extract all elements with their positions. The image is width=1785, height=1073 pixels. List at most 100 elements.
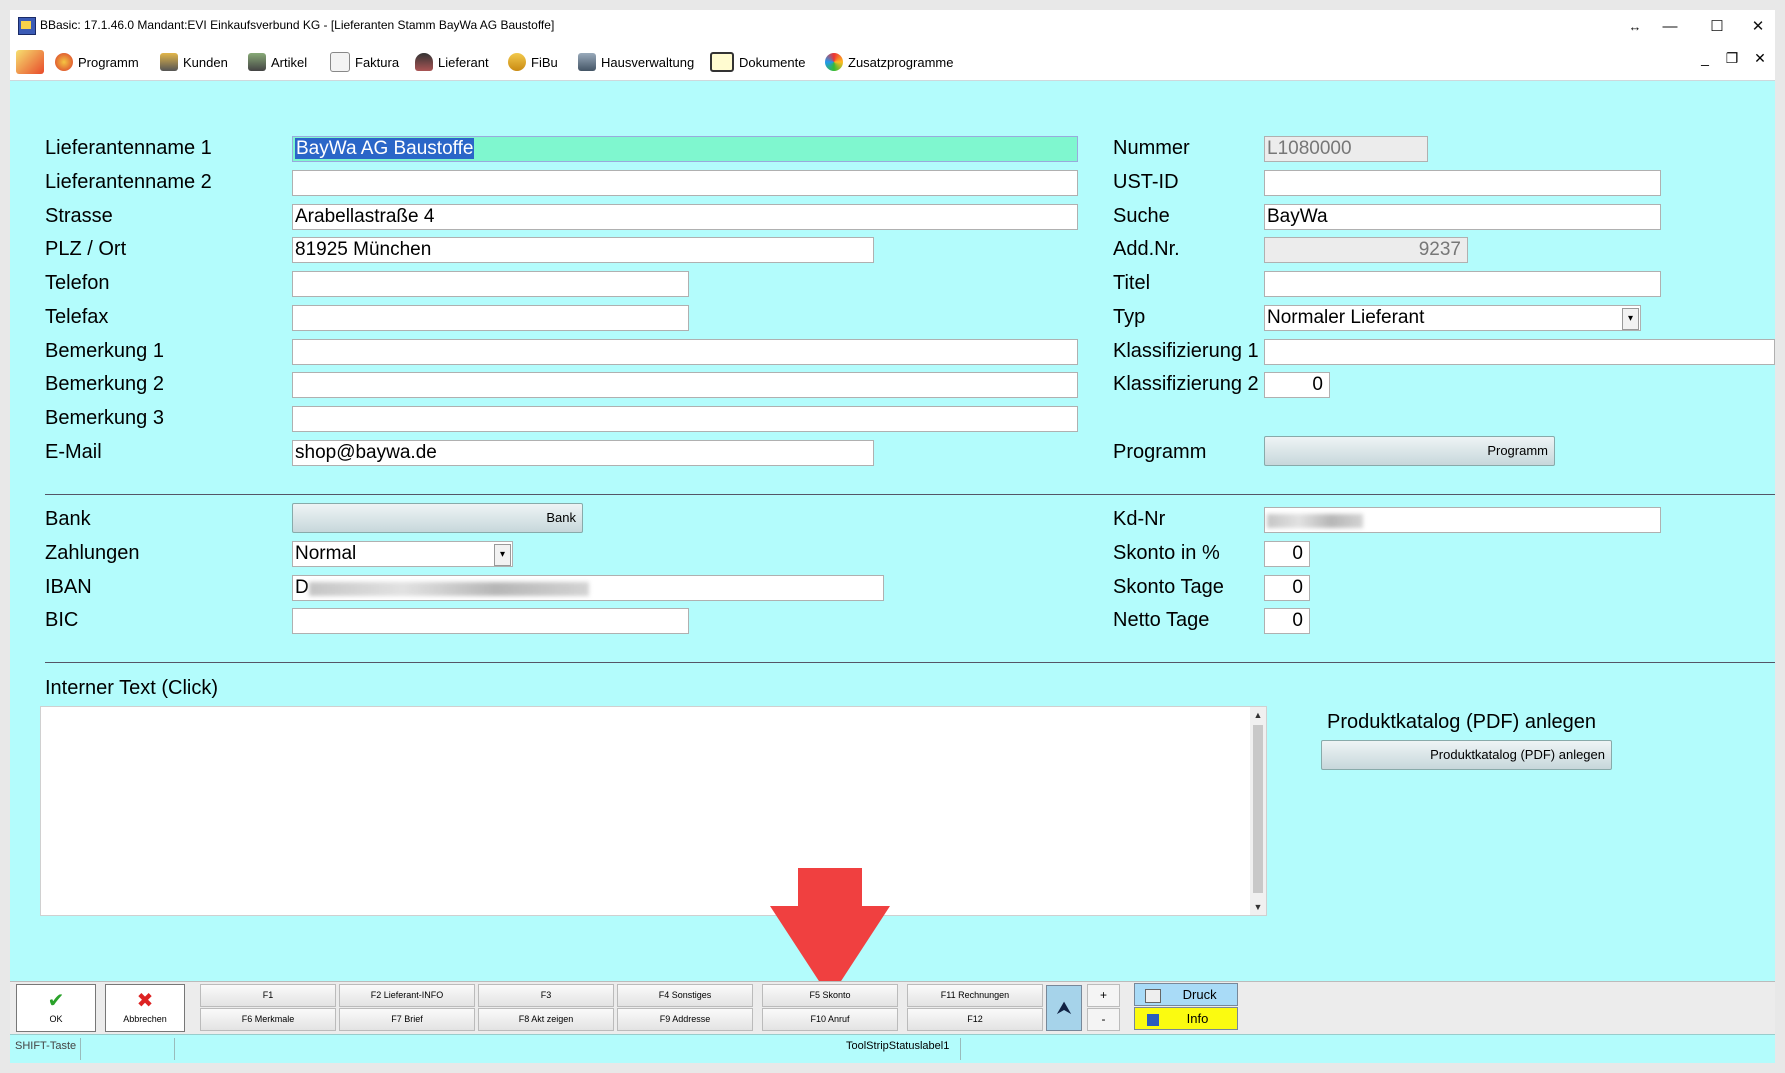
class1-field[interactable]: [1264, 339, 1775, 365]
email-field[interactable]: shop@baywa.de: [292, 440, 874, 466]
net-days-label: Netto Tage: [1113, 609, 1210, 631]
search-field[interactable]: BayWa: [1264, 204, 1661, 230]
ok-button[interactable]: ✔ OK: [16, 984, 96, 1032]
status-label: ToolStripStatuslabel1: [846, 1040, 950, 1052]
program-icon: [55, 53, 73, 71]
f7-button[interactable]: F7 Brief: [339, 1008, 475, 1031]
note3-field[interactable]: [292, 406, 1078, 432]
customer-number-field[interactable]: [1264, 507, 1661, 533]
zip-city-field[interactable]: 81925 München: [292, 237, 874, 263]
iban-label: IBAN: [45, 576, 92, 598]
divider-internal: [45, 662, 1775, 663]
discount-days-label: Skonto Tage: [1113, 576, 1224, 598]
number-label: Nummer: [1113, 137, 1190, 159]
f4-button[interactable]: F4 Sonstiges: [617, 984, 753, 1007]
note2-field[interactable]: [292, 372, 1078, 398]
menu-kunden[interactable]: Kunden: [160, 51, 228, 73]
f6-button[interactable]: F6 Merkmale: [200, 1008, 336, 1031]
internal-text-area[interactable]: ▲ ▼: [40, 706, 1267, 916]
payments-select[interactable]: Normal ▾: [292, 541, 513, 567]
dropdown-arrow-icon[interactable]: ▾: [1622, 308, 1639, 330]
bic-field[interactable]: [292, 608, 689, 634]
invoice-icon: [330, 52, 350, 72]
title-bar: BBasic: 17.1.46.0 Mandant:EVI Einkaufsve…: [10, 10, 1775, 44]
menu-fibu[interactable]: FiBu: [508, 51, 558, 73]
net-days-field[interactable]: 0: [1264, 608, 1310, 634]
dropdown-arrow-icon[interactable]: ▾: [494, 544, 511, 566]
scroll-up-icon[interactable]: ▲: [1250, 707, 1266, 723]
internal-text-label[interactable]: Interner Text (Click): [45, 677, 218, 700]
cancel-button[interactable]: ✖ Abbrechen: [105, 984, 185, 1032]
mdi-close-button[interactable]: ✕: [1750, 50, 1770, 67]
maximize-button[interactable]: ☐: [1697, 14, 1737, 40]
phone-label: Telefon: [45, 272, 110, 294]
phone-field[interactable]: [292, 271, 689, 297]
scroll-thumb[interactable]: [1253, 725, 1263, 893]
f3-button[interactable]: F3: [478, 984, 614, 1007]
menu-lieferant[interactable]: Lieferant: [415, 51, 489, 73]
f12-button[interactable]: F12: [907, 1008, 1043, 1031]
discount-days-field[interactable]: 0: [1264, 575, 1310, 601]
menu-dokumente[interactable]: Dokumente: [710, 51, 805, 73]
discount-percent-label: Skonto in %: [1113, 542, 1220, 564]
supplier-icon: [415, 53, 433, 71]
search-label: Suche: [1113, 205, 1170, 227]
f11-button[interactable]: F11 Rechnungen: [907, 984, 1043, 1007]
vat-id-label: UST-ID: [1113, 171, 1179, 193]
shift-key-status: SHIFT-Taste: [15, 1040, 77, 1052]
bank-button[interactable]: Bank: [292, 503, 583, 533]
close-button[interactable]: ✕: [1738, 14, 1778, 40]
f5-button[interactable]: F5 Skonto: [762, 984, 898, 1007]
type-select[interactable]: Normaler Lieferant ▾: [1264, 305, 1641, 331]
fax-field[interactable]: [292, 305, 689, 331]
minus-button[interactable]: -: [1087, 1008, 1120, 1031]
number-field: L1080000: [1264, 136, 1428, 162]
type-label: Typ: [1113, 306, 1146, 328]
f9-button[interactable]: F9 Addresse: [617, 1008, 753, 1031]
bic-label: BIC: [45, 609, 79, 631]
plus-button[interactable]: +: [1087, 984, 1120, 1007]
internal-text-scrollbar[interactable]: ▲ ▼: [1250, 707, 1266, 915]
street-field[interactable]: Arabellastraße 4: [292, 204, 1078, 230]
menu-faktura[interactable]: Faktura: [330, 51, 399, 73]
resize-icon[interactable]: ↔: [1615, 14, 1655, 40]
f1-button[interactable]: F1: [200, 984, 336, 1007]
property-icon: [578, 53, 596, 71]
name2-field[interactable]: [292, 170, 1078, 196]
scroll-top-button[interactable]: ⮝: [1046, 985, 1082, 1031]
note3-label: Bemerkung 3: [45, 407, 164, 429]
menu-hausverwaltung[interactable]: Hausverwaltung: [578, 51, 694, 73]
menu-zusatzprogramme[interactable]: Zusatzprogramme: [825, 51, 953, 73]
menu-artikel[interactable]: Artikel: [248, 51, 307, 73]
iban-field[interactable]: D: [292, 575, 884, 601]
catalog-label: Produktkatalog (PDF) anlegen: [1327, 711, 1597, 733]
zip-city-label: PLZ / Ort: [45, 238, 127, 260]
redacted-iban: [309, 582, 589, 596]
menu-programm[interactable]: Programm: [55, 51, 139, 73]
scroll-down-icon[interactable]: ▼: [1250, 899, 1266, 915]
discount-percent-field[interactable]: 0: [1264, 541, 1310, 567]
status-separator: [80, 1038, 81, 1060]
vat-id-field[interactable]: [1264, 170, 1661, 196]
note1-label: Bemerkung 1: [45, 340, 164, 362]
print-button[interactable]: Druck: [1134, 983, 1238, 1006]
f2-button[interactable]: F2 Lieferant-INFO: [339, 984, 475, 1007]
minimize-button[interactable]: —: [1650, 14, 1690, 40]
mdi-minimize-button[interactable]: _: [1695, 50, 1715, 66]
fax-label: Telefax: [45, 306, 109, 328]
title-field[interactable]: [1264, 271, 1661, 297]
documents-icon: [710, 52, 734, 72]
catalog-button[interactable]: Produktkatalog (PDF) anlegen: [1321, 740, 1612, 770]
f8-button[interactable]: F8 Akt zeigen: [478, 1008, 614, 1031]
note1-field[interactable]: [292, 339, 1078, 365]
name1-field[interactable]: BayWa AG Baustoffe: [292, 136, 1078, 162]
program-button[interactable]: Programm: [1264, 436, 1555, 466]
menu-bar: Programm Kunden Artikel Faktura Lieferan…: [10, 44, 1775, 81]
title-label: Titel: [1113, 272, 1151, 294]
mdi-restore-button[interactable]: ❐: [1722, 50, 1742, 67]
redacted-customer-number: [1267, 514, 1363, 528]
info-button[interactable]: Info: [1134, 1007, 1238, 1030]
class2-field[interactable]: 0: [1264, 372, 1330, 398]
f10-button[interactable]: F10 Anruf: [762, 1008, 898, 1031]
app-logo-icon[interactable]: [16, 50, 44, 74]
